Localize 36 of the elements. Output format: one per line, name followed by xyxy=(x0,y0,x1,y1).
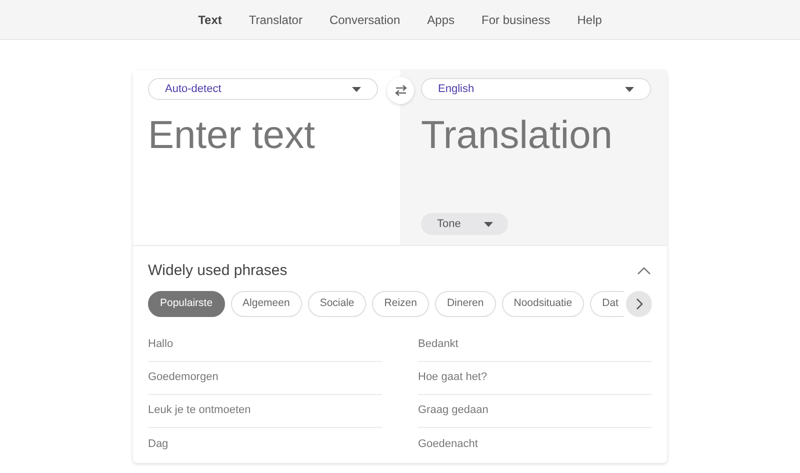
collapse-button[interactable] xyxy=(636,266,652,276)
phrase-link[interactable]: Leuk je te ontmoeten xyxy=(148,402,251,419)
nav-tab[interactable]: Translator xyxy=(248,10,302,28)
phrase-link[interactable]: Goedenacht xyxy=(418,436,478,452)
tone-dropdown[interactable]: Tone xyxy=(421,213,508,235)
nav-tab[interactable]: Text xyxy=(198,10,222,28)
nav-tab[interactable]: Help xyxy=(577,10,602,28)
category-chip[interactable]: Dineren xyxy=(434,290,496,316)
phrase-link[interactable]: Dag xyxy=(148,436,168,452)
caret-icon xyxy=(484,222,493,226)
category-chip[interactable]: Populairste xyxy=(148,290,225,316)
target-language-dropdown[interactable]: English xyxy=(421,78,651,100)
phrase-link[interactable]: Graag gedaan xyxy=(418,402,488,419)
caret-icon xyxy=(625,86,634,92)
swap-languages-button[interactable] xyxy=(387,77,414,104)
category-chip[interactable]: Algemeen xyxy=(230,290,302,316)
nav-tab[interactable]: Apps xyxy=(427,10,455,28)
category-chip[interactable]: Noodsituatie xyxy=(502,290,584,316)
source-language-dropdown[interactable]: Auto-detect xyxy=(148,78,378,100)
swap-icon xyxy=(394,85,406,96)
category-chip[interactable]: Reizen xyxy=(372,290,429,316)
phrase-link[interactable]: Hallo xyxy=(148,336,174,353)
phrase-link[interactable]: Bedankt xyxy=(418,336,458,353)
chevron-right-icon xyxy=(636,298,642,310)
category-chip[interactable]: Sociale xyxy=(308,290,366,316)
phrase-link[interactable]: Goedemorgen xyxy=(148,369,218,386)
next-arrow-button[interactable] xyxy=(626,290,652,316)
category-chip[interactable]: Dat xyxy=(590,290,624,316)
nav-tab[interactable]: For business xyxy=(482,10,550,28)
section-title: Widely used phrases xyxy=(148,261,288,281)
phrase-link[interactable]: Hoe gaat het? xyxy=(418,369,488,386)
translation-output: Translation xyxy=(421,113,612,159)
nav-tab[interactable]: Conversation xyxy=(329,10,400,28)
caret-icon xyxy=(352,86,361,92)
chevron-up-icon xyxy=(637,267,651,276)
input-field[interactable]: Enter text xyxy=(148,112,388,232)
